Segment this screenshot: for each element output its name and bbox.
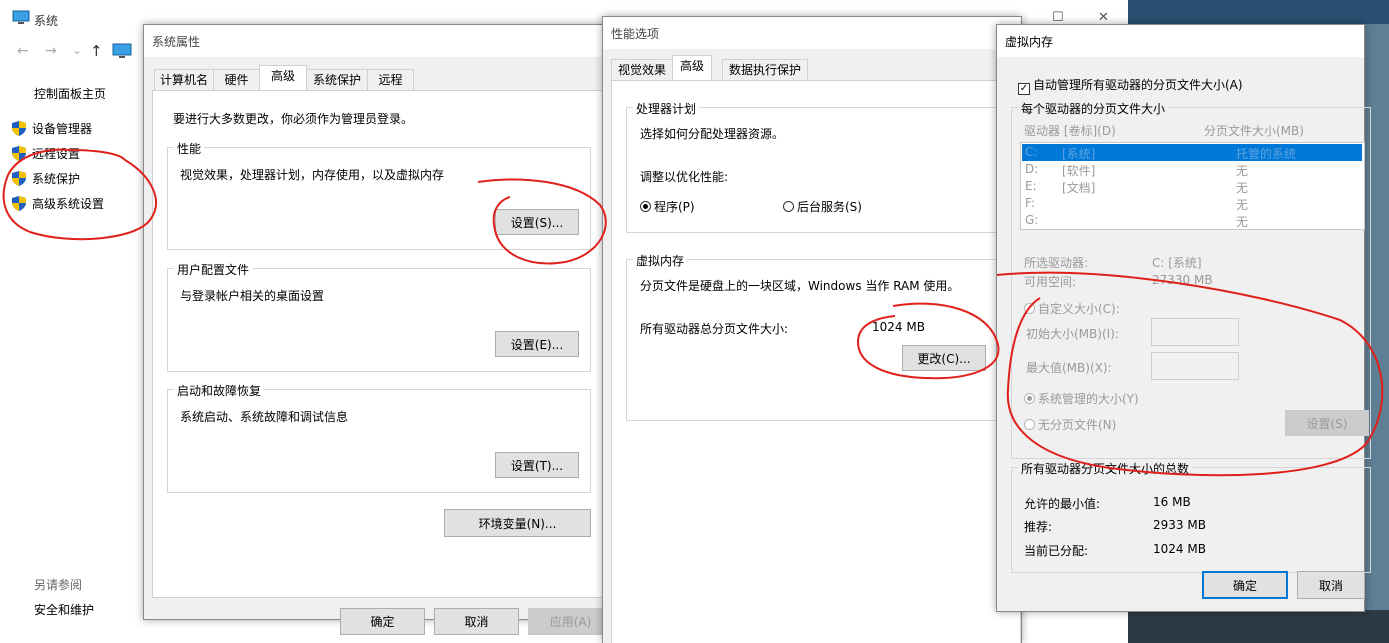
annotation-circle-vm — [996, 271, 1384, 477]
annotation-circle-performance — [477, 178, 607, 265]
annotation-circle-sidebar — [2, 148, 157, 241]
annotation-circle-change — [856, 302, 1000, 380]
red-annotation-layer — [2, 148, 1384, 477]
